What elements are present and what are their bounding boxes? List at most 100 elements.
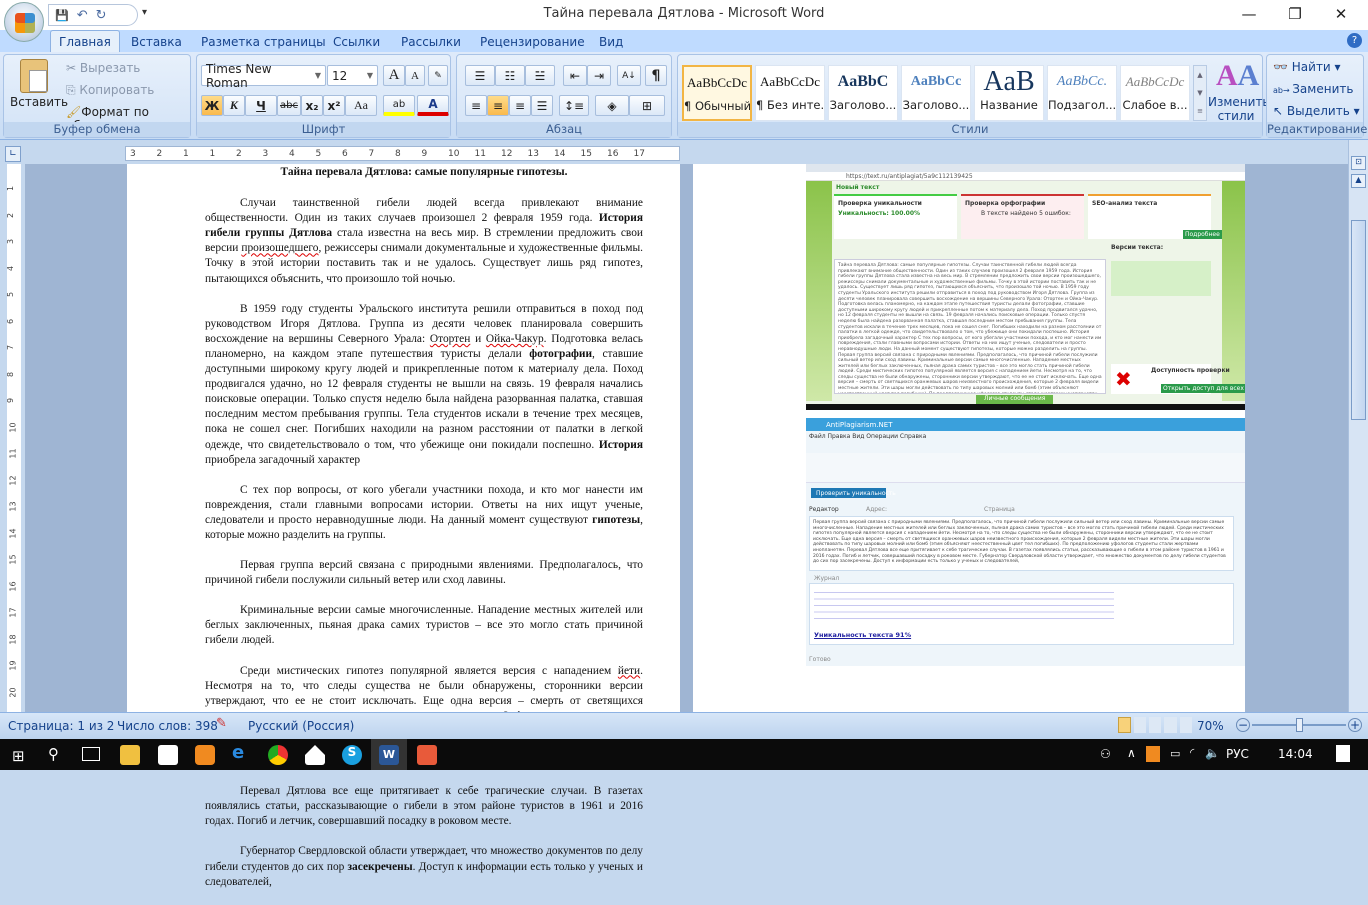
zoom-out-button[interactable]: −: [1236, 718, 1250, 732]
action-center-icon[interactable]: [1336, 745, 1350, 762]
shading-button[interactable]: ◈: [595, 95, 629, 116]
full-screen-reading-icon[interactable]: [1133, 717, 1146, 733]
horizontal-ruler[interactable]: 3 2 1 1 2 3 4 5 6 7 8 9 10 11 12 13 14 15 16 17: [125, 146, 680, 161]
style-normal[interactable]: AaBbCcDc ¶ Обычный: [682, 65, 752, 121]
multilevel-list-button[interactable]: ☱: [525, 65, 555, 86]
italic-button[interactable]: К: [223, 95, 245, 116]
tab-stop-selector[interactable]: ∟: [5, 146, 21, 162]
show-formatting-button[interactable]: ¶: [645, 65, 667, 86]
shrink-font-button[interactable]: A: [405, 65, 425, 86]
tab-insert[interactable]: Вставка: [131, 33, 182, 52]
sort-button[interactable]: А↓: [617, 65, 641, 86]
input-language[interactable]: РУС: [1226, 747, 1249, 761]
minimize-button[interactable]: —: [1226, 0, 1272, 30]
wifi-icon[interactable]: ◜: [1190, 746, 1194, 759]
zoom-slider-thumb[interactable]: [1295, 718, 1303, 732]
tab-review[interactable]: Рецензирование: [480, 33, 585, 52]
subscript-button[interactable]: x₂: [301, 95, 323, 116]
vertical-scrollbar[interactable]: ⊡ ▲: [1348, 140, 1368, 712]
tab-page-layout[interactable]: Разметка страницы: [201, 33, 326, 52]
presentation-app-icon[interactable]: [417, 745, 437, 765]
paragraph[interactable]: Криминальные версии самые многочисленные…: [205, 603, 643, 648]
mail-icon[interactable]: [305, 745, 325, 765]
style-heading-2[interactable]: AaBbCc Заголово...: [901, 65, 971, 121]
font-color-button[interactable]: A: [417, 95, 449, 116]
task-view-icon[interactable]: [82, 747, 100, 761]
volume-icon[interactable]: 🔈: [1205, 746, 1220, 760]
save-icon[interactable]: 💾: [55, 9, 69, 22]
undo-icon[interactable]: ↶: [77, 8, 88, 23]
page-2[interactable]: https://text.ru/antiplagiat/5a9c11213942…: [693, 164, 1245, 712]
word-taskbar-active[interactable]: W: [371, 739, 407, 770]
clock[interactable]: 14:04: [1278, 747, 1313, 761]
battery-icon[interactable]: ▭: [1170, 747, 1180, 760]
change-styles-button[interactable]: Изменить стили: [1208, 95, 1270, 123]
align-right-button[interactable]: ≡: [509, 95, 531, 116]
file-explorer-icon[interactable]: [120, 745, 140, 765]
justify-button[interactable]: ☰: [531, 95, 553, 116]
redo-icon[interactable]: ↻: [96, 8, 107, 23]
paragraph[interactable]: С тех пор вопросы, от кого убегали участ…: [205, 483, 643, 543]
style-title[interactable]: AaB Название: [974, 65, 1044, 121]
print-layout-icon[interactable]: [1118, 717, 1131, 733]
grow-font-button[interactable]: A: [383, 65, 405, 86]
show-hidden-icons[interactable]: ∧: [1127, 746, 1136, 760]
page-count[interactable]: Страница: 1 из 2: [8, 719, 114, 733]
split-icon[interactable]: ⊡: [1351, 156, 1366, 170]
superscript-button[interactable]: x²: [323, 95, 345, 116]
change-case-button[interactable]: Aa: [345, 95, 377, 116]
outline-icon[interactable]: [1164, 717, 1177, 733]
paragraph[interactable]: В 1959 году студенты Уральского институт…: [205, 302, 643, 468]
tab-mailings[interactable]: Рассылки: [401, 33, 461, 52]
paste-button[interactable]: Вставить: [10, 95, 68, 109]
start-button[interactable]: ⊞: [12, 747, 25, 765]
borders-button[interactable]: ⊞: [629, 95, 665, 116]
zoom-level[interactable]: 70%: [1197, 719, 1224, 733]
people-icon[interactable]: ⚇: [1100, 747, 1111, 761]
replace-button[interactable]: ab→ Заменить: [1273, 82, 1353, 96]
draft-icon[interactable]: [1179, 717, 1193, 733]
scroll-thumb[interactable]: [1351, 220, 1366, 420]
find-button[interactable]: 👓 Найти ▾: [1273, 60, 1341, 74]
style-subtle-emphasis[interactable]: AaBbCcDc Слабое в...: [1120, 65, 1190, 121]
skype-icon[interactable]: S: [342, 745, 362, 765]
tab-view[interactable]: Вид: [599, 33, 623, 52]
store-icon[interactable]: [158, 745, 178, 765]
antivirus-icon[interactable]: [1146, 746, 1160, 762]
zoom-in-button[interactable]: +: [1348, 718, 1362, 732]
decrease-indent-button[interactable]: ⇤: [563, 65, 587, 86]
style-no-spacing[interactable]: AaBbCcDc ¶ Без инте...: [755, 65, 825, 121]
language-indicator[interactable]: Русский (Россия): [248, 719, 354, 733]
tab-home[interactable]: Главная: [50, 30, 120, 52]
line-spacing-button[interactable]: ↕≡: [559, 95, 589, 116]
edge-icon[interactable]: e: [232, 742, 252, 763]
strikethrough-button[interactable]: abc: [277, 95, 301, 116]
search-icon[interactable]: ⚲: [48, 745, 59, 763]
copy-button[interactable]: ⎘ Копировать: [66, 83, 154, 98]
font-name-select[interactable]: Times New Roman ▼: [201, 62, 326, 90]
cut-button[interactable]: ✂ Вырезать: [66, 61, 140, 75]
close-button[interactable]: ✕: [1318, 0, 1364, 30]
highlight-button[interactable]: ab: [383, 95, 415, 116]
bullets-button[interactable]: ☰: [465, 65, 495, 86]
bold-button[interactable]: Ж: [201, 95, 223, 116]
select-button[interactable]: ↖ Выделить ▾: [1273, 104, 1360, 118]
paragraph[interactable]: Случаи таинственной гибели людей всегда …: [205, 196, 643, 287]
restore-button[interactable]: ❐: [1272, 0, 1318, 30]
word-count[interactable]: Число слов: 398: [117, 719, 218, 733]
style-subtitle[interactable]: AaBbCc. Подзагол...: [1047, 65, 1117, 121]
document-body[interactable]: Тайна перевала Дятлова: самые популярные…: [205, 164, 643, 905]
chrome-icon[interactable]: [268, 745, 288, 765]
proofing-icon[interactable]: ✎: [216, 716, 227, 731]
media-player-icon[interactable]: [195, 745, 215, 765]
tab-references[interactable]: Ссылки: [333, 33, 380, 52]
font-size-select[interactable]: 12 ▼: [327, 65, 378, 86]
paragraph[interactable]: Перевал Дятлова все еще притягивает к се…: [205, 784, 643, 829]
clear-format-icon[interactable]: ✎: [428, 65, 448, 86]
numbering-button[interactable]: ☷: [495, 65, 525, 86]
paragraph[interactable]: Губернатор Свердловской области утвержда…: [205, 844, 643, 889]
increase-indent-button[interactable]: ⇥: [587, 65, 611, 86]
scroll-up-arrow-icon[interactable]: ▲: [1351, 174, 1366, 188]
align-left-button[interactable]: ≡: [465, 95, 487, 116]
office-button[interactable]: [4, 2, 44, 42]
